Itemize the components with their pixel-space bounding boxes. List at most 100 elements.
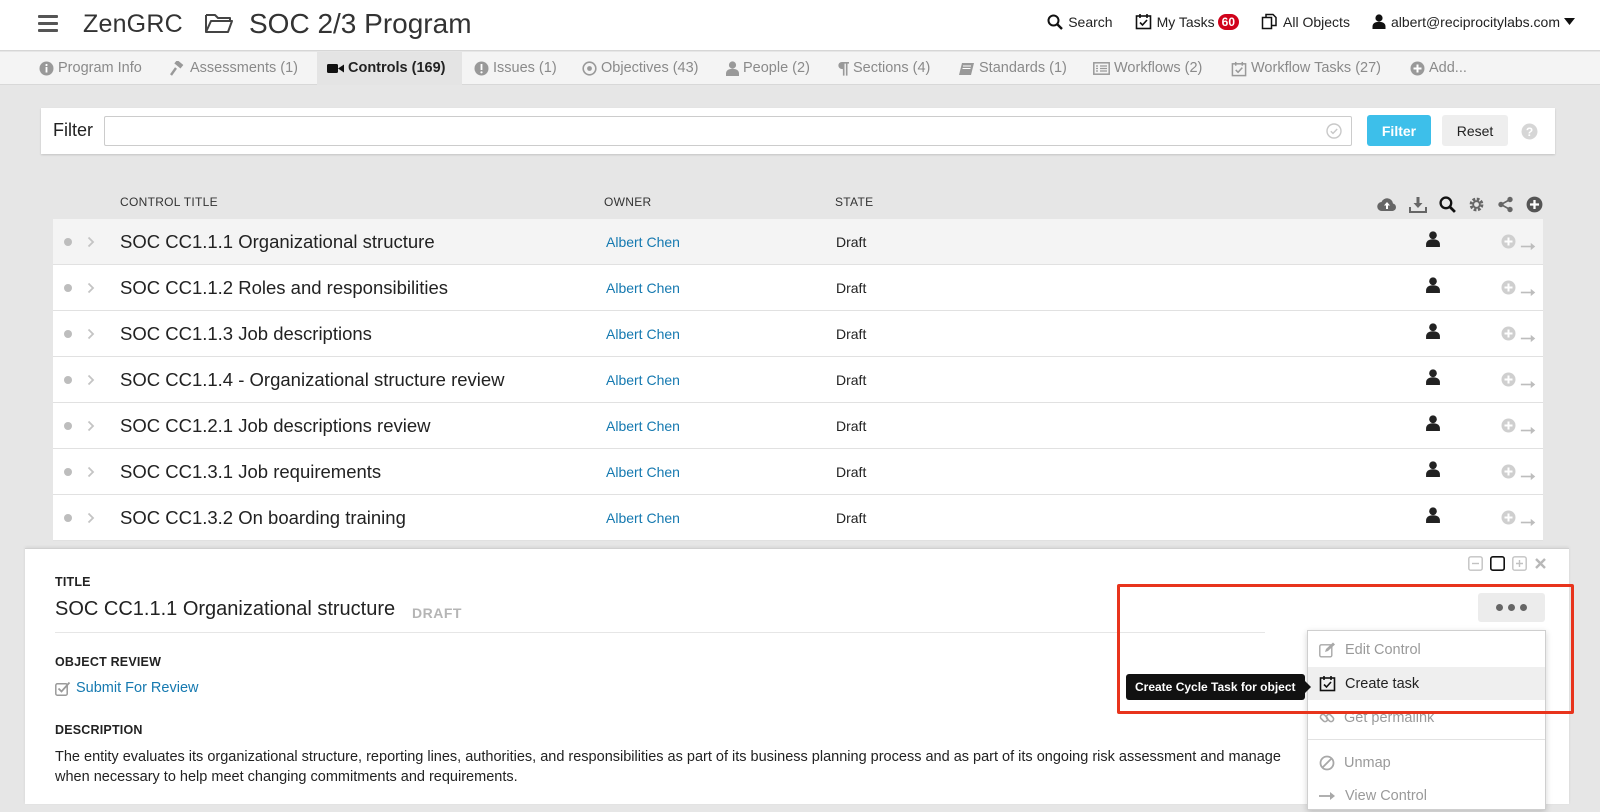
help-icon[interactable]: ? [1521,123,1538,145]
chevron-right-icon[interactable] [87,419,95,437]
filter-input[interactable] [104,116,1352,146]
arrow-right-icon[interactable] [1520,330,1537,348]
owner-link[interactable]: Albert Chen [606,372,680,388]
ban-icon [1319,755,1335,770]
status-dot [64,238,72,246]
owner-link[interactable]: Albert Chen [606,326,680,342]
exclamation-icon [474,61,489,76]
tab-workflows[interactable]: Workflows (2) [1093,52,1202,85]
arrow-right-icon[interactable] [1520,284,1537,302]
plus-circle-icon[interactable] [1501,510,1516,530]
column-header-title[interactable]: CONTROL TITLE [120,195,218,209]
table-row[interactable]: SOC CC1.2.1 Job descriptions review Alber… [53,403,1543,449]
chevron-right-icon[interactable] [87,281,95,299]
tab-controls[interactable]: Controls (169) [317,52,462,85]
tab-people[interactable]: People (2) [726,52,810,85]
owner-link[interactable]: Albert Chen [606,418,680,434]
more-actions-button[interactable] [1478,593,1545,622]
control-title-cell[interactable]: SOC CC1.2.1 Job descriptions review [120,415,431,437]
folder-open-icon [204,11,234,40]
download-icon[interactable] [1409,196,1427,213]
owner-link[interactable]: Albert Chen [606,280,680,296]
user-menu[interactable]: albert@reciprocitylabs.com [1372,14,1580,30]
filter-button[interactable]: Filter [1367,115,1431,146]
tab-issues[interactable]: Issues (1) [474,52,557,85]
plus-circle-icon[interactable] [1501,326,1516,346]
state-cell: Draft [836,234,867,250]
maximize-icon[interactable] [1512,556,1527,571]
menu-item-create-task[interactable]: Create task [1308,667,1545,700]
plus-circle-icon[interactable] [1501,234,1516,254]
plus-circle-icon[interactable] [1501,418,1516,438]
tab-standards[interactable]: Standards (1) [959,52,1067,85]
search-icon[interactable] [1439,196,1456,213]
share-icon[interactable] [1497,196,1514,213]
table-row[interactable]: SOC CC1.3.2 On boarding training Albert C… [53,495,1543,541]
control-title-cell[interactable]: SOC CC1.1.4 - Organizational structure r… [120,369,505,391]
all-objects-link[interactable]: All Objects [1261,13,1350,30]
chevron-right-icon[interactable] [87,511,95,529]
owner-link[interactable]: Albert Chen [606,464,680,480]
plus-circle-icon[interactable] [1501,464,1516,484]
menu-item-view-control[interactable]: View Control [1308,779,1545,812]
arrow-right-icon[interactable] [1520,376,1537,394]
brand-logo[interactable]: ZenGRC [83,10,183,39]
person-icon[interactable] [1426,231,1440,252]
submit-for-review-link[interactable]: Submit For Review [55,680,198,696]
person-icon[interactable] [1426,369,1440,390]
close-icon[interactable] [1534,557,1547,570]
all-objects-label: All Objects [1283,13,1350,30]
control-title-cell[interactable]: SOC CC1.1.2 Roles and responsibilities [120,277,448,299]
gear-icon[interactable] [1468,196,1485,213]
tab-add[interactable]: Add... [1410,52,1467,85]
menu-item-label: View Control [1345,787,1427,804]
chevron-right-icon[interactable] [87,373,95,391]
table-row[interactable]: SOC CC1.1.2 Roles and responsibilities Al… [53,265,1543,311]
minimize-icon[interactable] [1468,556,1483,571]
control-title-cell[interactable]: SOC CC1.3.2 On boarding training [120,507,406,529]
check-circle-icon[interactable] [1326,123,1342,144]
table-row[interactable]: SOC CC1.1.1 Organizational structure Albe… [53,219,1543,265]
plus-circle-icon[interactable] [1526,196,1543,213]
menu-item-get-permalink[interactable]: Get permalink [1308,701,1545,734]
person-icon[interactable] [1426,507,1440,528]
search-link[interactable]: Search [1047,14,1113,30]
cloud-upload-icon[interactable] [1377,197,1397,212]
reset-button[interactable]: Reset [1442,115,1508,146]
menu-item-unmap[interactable]: Unmap [1308,746,1545,779]
arrow-right-icon[interactable] [1520,422,1537,440]
arrow-right-icon[interactable] [1520,238,1537,256]
table-row[interactable]: SOC CC1.3.1 Job requirements Albert Chen D… [53,449,1543,495]
control-title-cell[interactable]: SOC CC1.3.1 Job requirements [120,461,381,483]
tab-program-info[interactable]: Program Info [39,52,142,85]
status-dot [64,330,72,338]
restore-icon[interactable] [1490,556,1505,571]
chevron-right-icon[interactable] [87,235,95,253]
owner-link[interactable]: Albert Chen [606,234,680,250]
arrow-right-icon[interactable] [1520,514,1537,532]
tab-workflow-tasks[interactable]: Workflow Tasks (27) [1231,52,1381,85]
column-header-owner[interactable]: OWNER [604,195,652,209]
control-title-cell[interactable]: SOC CC1.1.1 Organizational structure [120,231,435,253]
plus-circle-icon[interactable] [1501,280,1516,300]
arrow-right-icon[interactable] [1520,468,1537,486]
person-icon[interactable] [1426,415,1440,436]
plus-circle-icon[interactable] [1501,372,1516,392]
tab-label: Controls (169) [348,60,446,76]
my-tasks-link[interactable]: My Tasks 60 [1135,13,1240,30]
owner-link[interactable]: Albert Chen [606,510,680,526]
table-row[interactable]: SOC CC1.1.3 Job descriptions Albert Chen D… [53,311,1543,357]
person-icon[interactable] [1426,461,1440,482]
menu-item-edit-control[interactable]: Edit Control [1308,633,1545,666]
table-row[interactable]: SOC CC1.1.4 - Organizational structure r… [53,357,1543,403]
hamburger-menu-icon[interactable] [38,15,58,33]
person-icon[interactable] [1426,277,1440,298]
chevron-right-icon[interactable] [87,327,95,345]
chevron-right-icon[interactable] [87,465,95,483]
control-title-cell[interactable]: SOC CC1.1.3 Job descriptions [120,323,372,345]
person-icon[interactable] [1426,323,1440,344]
tab-sections[interactable]: Sections (4) [837,52,930,85]
column-header-state[interactable]: STATE [835,195,873,209]
tab-assessments[interactable]: Assessments (1) [170,52,298,85]
tab-objectives[interactable]: Objectives (43) [582,52,699,85]
